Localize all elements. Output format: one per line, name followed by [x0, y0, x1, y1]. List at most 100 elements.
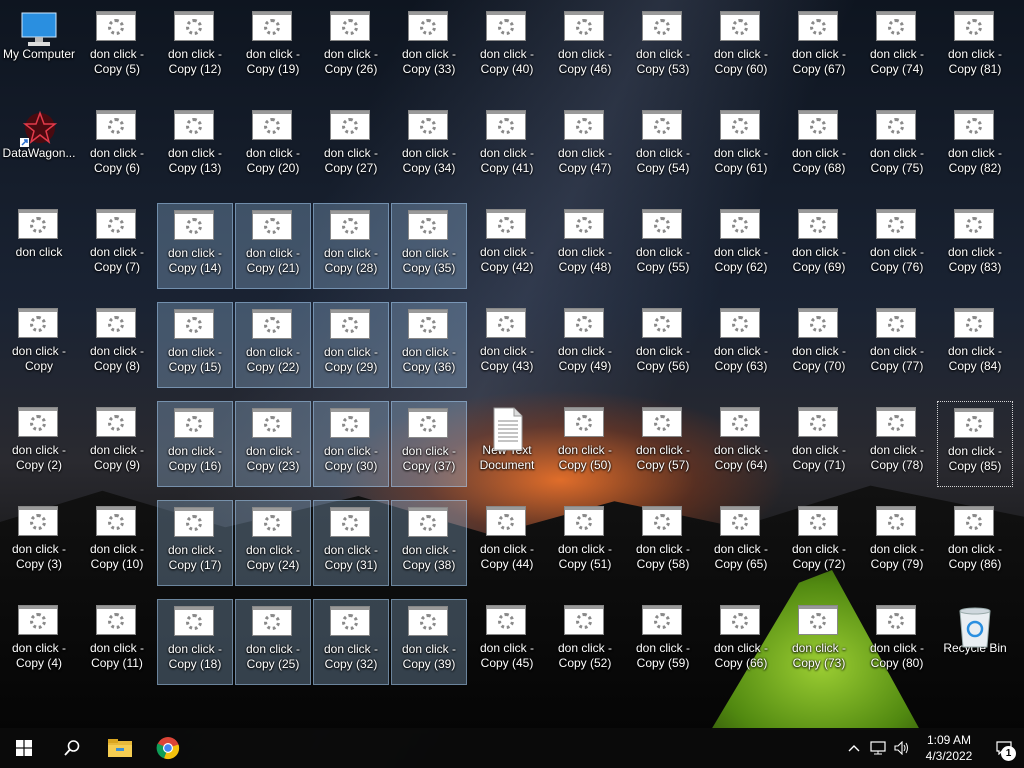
- desktop-icon-don-click-copy[interactable]: don click - Copy (29): [313, 302, 389, 388]
- desktop-icon-don-click-copy[interactable]: don click - Copy (57): [625, 401, 701, 487]
- desktop-icon-don-click-copy[interactable]: don click - Copy (46): [547, 5, 623, 91]
- desktop-icon-don-click-copy[interactable]: don click - Copy (20): [235, 104, 311, 190]
- desktop-icon-don-click-copy[interactable]: don click - Copy (79): [859, 500, 935, 586]
- show-hidden-icons-button[interactable]: [842, 728, 866, 768]
- desktop-icon-don-click-copy[interactable]: don click - Copy (51): [547, 500, 623, 586]
- desktop-icon-don-click-copy[interactable]: don click - Copy (6): [79, 104, 155, 190]
- desktop-icon-don-click-copy[interactable]: don click - Copy (80): [859, 599, 935, 685]
- desktop-icon-don-click-copy[interactable]: don click - Copy (31): [313, 500, 389, 586]
- desktop-icon-don-click-copy[interactable]: don click - Copy (16): [157, 401, 233, 487]
- desktop-icon-don-click-copy[interactable]: don click - Copy (82): [937, 104, 1013, 190]
- desktop-icon-don-click-copy[interactable]: don click - Copy (73): [781, 599, 857, 685]
- desktop-icon-don-click-copy[interactable]: don click - Copy (49): [547, 302, 623, 388]
- desktop-icon-don-click-copy[interactable]: don click - Copy (34): [391, 104, 467, 190]
- desktop-icon-don-click-copy[interactable]: don click - Copy (39): [391, 599, 467, 685]
- desktop-icon-don-click-copy[interactable]: don click - Copy (41): [469, 104, 545, 190]
- desktop-icon-don-click[interactable]: don click: [1, 203, 77, 289]
- start-button[interactable]: [0, 728, 48, 768]
- desktop-icon-don-click-copy[interactable]: don click - Copy (68): [781, 104, 857, 190]
- desktop-icon-don-click-copy[interactable]: don click - Copy (76): [859, 203, 935, 289]
- desktop-icon-new-text-document[interactable]: New TextDocument: [469, 401, 545, 487]
- desktop-icon-don-click-copy[interactable]: don click - Copy (52): [547, 599, 623, 685]
- desktop-icon-don-click-copy[interactable]: don click - Copy (60): [703, 5, 779, 91]
- desktop-icon-don-click-copy[interactable]: don click - Copy (30): [313, 401, 389, 487]
- clock[interactable]: 1:09 AM 4/3/2022: [914, 732, 984, 764]
- desktop-icon-don-click-copy[interactable]: don click - Copy (32): [313, 599, 389, 685]
- desktop-icon-don-click-copy[interactable]: don click - Copy (62): [703, 203, 779, 289]
- volume-button[interactable]: [890, 728, 914, 768]
- desktop-icon-don-click-copy[interactable]: don click - Copy (72): [781, 500, 857, 586]
- desktop-icon-don-click-copy[interactable]: don click - Copy (25): [235, 599, 311, 685]
- desktop-icon-don-click-copy[interactable]: don click - Copy (64): [703, 401, 779, 487]
- desktop-icon-don-click-copy[interactable]: don click - Copy (19): [235, 5, 311, 91]
- desktop-icon-don-click-copy[interactable]: don click - Copy (71): [781, 401, 857, 487]
- desktop-icon-don-click-copy[interactable]: don click - Copy (8): [79, 302, 155, 388]
- desktop-icon-don-click-copy[interactable]: don click - Copy (24): [235, 500, 311, 586]
- desktop-icon-don-click-copy[interactable]: don click - Copy (45): [469, 599, 545, 685]
- desktop-icon-don-click-copy[interactable]: don click - Copy (74): [859, 5, 935, 91]
- desktop-icon-don-click-copy[interactable]: don click - Copy (70): [781, 302, 857, 388]
- desktop-icon-don-click-copy[interactable]: don click - Copy (55): [625, 203, 701, 289]
- desktop-icon-don-click-copy[interactable]: don click - Copy (54): [625, 104, 701, 190]
- desktop-icon-don-click-copy[interactable]: don click - Copy (77): [859, 302, 935, 388]
- desktop-icon-don-click-copy[interactable]: don click - Copy (11): [79, 599, 155, 685]
- desktop-icon-don-click-copy[interactable]: don click - Copy (26): [313, 5, 389, 91]
- desktop-icon-don-click-copy[interactable]: don click - Copy (2): [1, 401, 77, 487]
- desktop-icon-don-click-copy[interactable]: don click - Copy (28): [313, 203, 389, 289]
- desktop-icon-don-click-copy[interactable]: don click - Copy (61): [703, 104, 779, 190]
- desktop-icon-don-click-copy[interactable]: don click - Copy (23): [235, 401, 311, 487]
- desktop-icon-don-click-copy[interactable]: don click - Copy (37): [391, 401, 467, 487]
- desktop-icon-my-computer[interactable]: My Computer: [1, 5, 77, 91]
- desktop-icon-don-click-copy[interactable]: don click - Copy (13): [157, 104, 233, 190]
- desktop-icon-don-click-copy[interactable]: don click - Copy (47): [547, 104, 623, 190]
- desktop-icon-don-click-copy[interactable]: don click - Copy (33): [391, 5, 467, 91]
- desktop-icon-don-click-copy[interactable]: don click - Copy (42): [469, 203, 545, 289]
- desktop-icon-don-click-copy[interactable]: don click - Copy (65): [703, 500, 779, 586]
- desktop-icon-don-click-copy[interactable]: don click - Copy (75): [859, 104, 935, 190]
- desktop-icon-don-click-copy[interactable]: don click - Copy (17): [157, 500, 233, 586]
- desktop-icon-don-click-copy[interactable]: don click - Copy (27): [313, 104, 389, 190]
- desktop-icon-don-click-copy[interactable]: don click - Copy (40): [469, 5, 545, 91]
- desktop-icon-don-click-copy[interactable]: don click - Copy (48): [547, 203, 623, 289]
- desktop-icon-don-click-copy[interactable]: don click - Copy (3): [1, 500, 77, 586]
- desktop-icon-don-click-copy[interactable]: don click - Copy (7): [79, 203, 155, 289]
- search-button[interactable]: [48, 728, 96, 768]
- desktop-icon-don-click-copy[interactable]: don click - Copy (84): [937, 302, 1013, 388]
- desktop-icon-don-click-copy[interactable]: don click - Copy (58): [625, 500, 701, 586]
- desktop-icon-don-click-copy[interactable]: don click - Copy (78): [859, 401, 935, 487]
- desktop-icon-don-click-copy[interactable]: don click - Copy (83): [937, 203, 1013, 289]
- desktop-icon-don-click-copy[interactable]: don click - Copy (44): [469, 500, 545, 586]
- desktop-icon-don-click-copy[interactable]: don click - Copy (36): [391, 302, 467, 388]
- desktop-icon-don-click-copy[interactable]: don click - Copy (63): [703, 302, 779, 388]
- desktop-icon-don-click-copy[interactable]: don click - Copy (66): [703, 599, 779, 685]
- desktop-icon-don-click-copy[interactable]: don click - Copy (50): [547, 401, 623, 487]
- desktop-icon-don-click-copy[interactable]: don click - Copy (56): [625, 302, 701, 388]
- desktop-icon-don-click-copy[interactable]: don click - Copy (12): [157, 5, 233, 91]
- desktop-icon-don-click-copy[interactable]: don click - Copy (69): [781, 203, 857, 289]
- desktop-icon-don-click-copy[interactable]: don click - Copy (21): [235, 203, 311, 289]
- desktop-icon-don-click-copy[interactable]: don click - Copy (4): [1, 599, 77, 685]
- desktop-icon-don-click-copy[interactable]: don click - Copy (81): [937, 5, 1013, 91]
- chrome-button[interactable]: [144, 728, 192, 768]
- desktop-icon-don-click-copy[interactable]: don click - Copy (67): [781, 5, 857, 91]
- action-center-button[interactable]: 1: [984, 728, 1024, 768]
- desktop-icon-don-click-copy[interactable]: don click - Copy (59): [625, 599, 701, 685]
- desktop-icon-don-click-copy[interactable]: don click - Copy (14): [157, 203, 233, 289]
- desktop-icon-don-click-copy[interactable]: don click - Copy (10): [79, 500, 155, 586]
- desktop-icon-don-click-copy[interactable]: don click - Copy: [1, 302, 77, 388]
- desktop-icon-don-click-copy[interactable]: don click - Copy (9): [79, 401, 155, 487]
- desktop-icon-don-click-copy[interactable]: don click - Copy (38): [391, 500, 467, 586]
- desktop-icon-don-click-copy[interactable]: don click - Copy (85): [937, 401, 1013, 487]
- desktop-icon-don-click-copy[interactable]: don click - Copy (53): [625, 5, 701, 91]
- desktop-icon-recycle-bin[interactable]: Recycle Bin: [937, 599, 1013, 685]
- desktop-icon-don-click-copy[interactable]: don click - Copy (86): [937, 500, 1013, 586]
- desktop-icon-don-click-copy[interactable]: don click - Copy (5): [79, 5, 155, 91]
- network-button[interactable]: [866, 728, 890, 768]
- desktop-icon-don-click-copy[interactable]: don click - Copy (35): [391, 203, 467, 289]
- desktop-icon-don-click-copy[interactable]: don click - Copy (18): [157, 599, 233, 685]
- desktop-icon-don-click-copy[interactable]: don click - Copy (15): [157, 302, 233, 388]
- file-explorer-button[interactable]: [96, 728, 144, 768]
- desktop-icon-don-click-copy[interactable]: don click - Copy (43): [469, 302, 545, 388]
- desktop-icon-don-click-copy[interactable]: don click - Copy (22): [235, 302, 311, 388]
- desktop-icon-datawagon[interactable]: DataWagon...: [1, 104, 77, 190]
